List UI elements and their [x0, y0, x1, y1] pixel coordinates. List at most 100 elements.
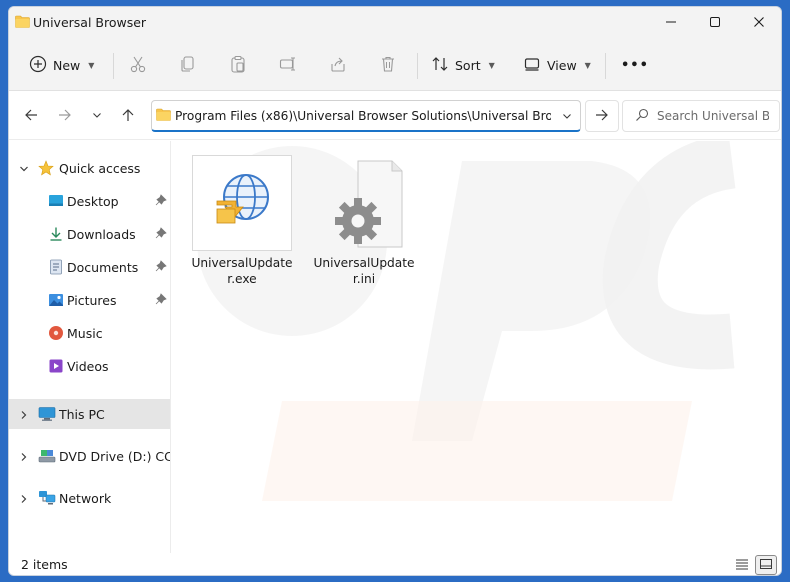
pin-icon[interactable]	[155, 227, 167, 242]
recent-locations-button[interactable]	[85, 106, 109, 126]
file-list[interactable]: UniversalUpdater.exe UniversalUpdater.in…	[172, 141, 781, 553]
pin-icon[interactable]	[155, 293, 167, 308]
view-button[interactable]: View ▼	[523, 51, 591, 79]
nav-item-label: Desktop	[67, 194, 119, 209]
maximize-icon	[709, 16, 721, 31]
address-bar[interactable]: Program Files (x86)\Universal Browser So…	[151, 100, 581, 132]
folder-icon	[156, 108, 171, 124]
search-input[interactable]	[657, 109, 769, 123]
chevron-right-icon[interactable]	[19, 408, 29, 423]
tiles-view-button[interactable]	[755, 555, 777, 575]
rename-button[interactable]	[279, 51, 297, 79]
file-name: UniversalUpdater.ini	[313, 256, 415, 286]
scissors-icon	[129, 55, 147, 76]
plus-circle-icon	[29, 55, 47, 76]
nav-dvd-drive[interactable]: DVD Drive (D:) CCCC	[9, 441, 170, 471]
nav-downloads[interactable]: Downloads	[9, 219, 170, 249]
nav-network[interactable]: Network	[9, 483, 170, 513]
computer-icon	[38, 406, 56, 425]
more-options-button[interactable]: •••	[621, 51, 649, 79]
sort-arrows-icon	[431, 55, 449, 76]
nav-music[interactable]: Music	[9, 318, 170, 348]
globe-installer-icon	[214, 171, 272, 232]
nav-this-pc-label: This PC	[59, 407, 105, 422]
pin-icon[interactable]	[155, 260, 167, 275]
command-bar: New ▼ Sort ▼ View ▼ •••	[9, 39, 781, 91]
copy-button[interactable]	[179, 51, 197, 79]
nav-pictures[interactable]: Pictures	[9, 285, 170, 315]
pictures-icon	[48, 292, 64, 311]
address-path: Program Files (x86)\Universal Browser So…	[175, 108, 551, 123]
nav-documents[interactable]: Documents	[9, 252, 170, 282]
chevron-down-icon: ▼	[584, 60, 591, 70]
chevron-down-icon	[92, 109, 102, 123]
toolbar-divider	[113, 53, 114, 79]
nav-item-label: Downloads	[67, 227, 136, 242]
forward-button[interactable]	[53, 106, 77, 126]
up-button[interactable]	[116, 106, 140, 126]
nav-videos[interactable]: Videos	[9, 351, 170, 381]
gear-settings-file-icon	[334, 159, 406, 252]
nav-this-pc[interactable]: This PC	[9, 399, 170, 429]
file-item[interactable]: UniversalUpdater.exe	[191, 149, 293, 287]
search-icon	[635, 108, 649, 125]
nav-desktop[interactable]: Desktop	[9, 186, 170, 216]
videos-icon	[48, 358, 64, 377]
arrow-left-icon	[24, 108, 38, 125]
clipboard-icon	[229, 55, 247, 76]
arrow-right-icon	[58, 108, 72, 125]
arrow-right-icon	[595, 108, 609, 125]
sort-button[interactable]: Sort ▼	[431, 51, 495, 79]
title-bar: Universal Browser	[9, 7, 781, 39]
address-row: Program Files (x86)\Universal Browser So…	[9, 92, 781, 140]
sort-label: Sort	[455, 57, 481, 73]
file-item[interactable]: UniversalUpdater.ini	[313, 149, 415, 287]
music-icon	[48, 325, 64, 344]
chevron-right-icon[interactable]	[19, 450, 29, 465]
cut-button[interactable]	[129, 51, 147, 79]
dvd-drive-icon	[38, 448, 56, 467]
nav-quick-access[interactable]: Quick access	[9, 153, 170, 183]
trash-icon	[379, 55, 397, 76]
tiles-view-icon	[759, 558, 773, 573]
download-icon	[48, 226, 64, 245]
new-button[interactable]: New ▼	[29, 51, 94, 79]
documents-icon	[48, 259, 64, 278]
star-icon	[38, 160, 54, 179]
nav-network-label: Network	[59, 491, 112, 506]
status-bar: 2 items	[9, 553, 781, 575]
desktop-icon	[48, 193, 64, 212]
navigation-pane: Quick access Desktop Downloads Documents…	[9, 141, 171, 553]
rename-icon	[279, 55, 297, 76]
toolbar-divider	[605, 53, 606, 79]
toolbar-divider	[417, 53, 418, 79]
nav-dvd-label: DVD Drive (D:) CCCC	[59, 449, 170, 464]
nav-quick-access-label: Quick access	[59, 161, 141, 176]
close-button[interactable]	[737, 7, 781, 39]
nav-item-label: Documents	[67, 260, 139, 275]
minimize-icon	[665, 16, 677, 31]
item-count: 2 items	[21, 557, 68, 572]
arrow-up-icon	[121, 108, 135, 125]
refresh-button[interactable]	[585, 100, 619, 132]
chevron-down-icon[interactable]	[562, 110, 572, 124]
new-label: New	[53, 57, 81, 73]
explorer-window: Universal Browser New ▼ Sort ▼ View ▼ ••…	[8, 6, 782, 576]
search-box[interactable]	[622, 100, 780, 132]
maximize-button[interactable]	[693, 7, 737, 39]
folder-icon	[15, 15, 30, 31]
share-button[interactable]	[329, 51, 347, 79]
paste-button[interactable]	[229, 51, 247, 79]
copy-icon	[179, 55, 197, 76]
minimize-button[interactable]	[649, 7, 693, 39]
chevron-right-icon[interactable]	[19, 492, 29, 507]
chevron-down-icon[interactable]	[19, 162, 29, 177]
window-title: Universal Browser	[33, 15, 147, 30]
back-button[interactable]	[19, 106, 43, 126]
delete-button[interactable]	[379, 51, 397, 79]
details-view-button[interactable]	[731, 555, 753, 575]
pin-icon[interactable]	[155, 194, 167, 209]
details-view-icon	[735, 558, 749, 573]
file-name: UniversalUpdater.exe	[191, 256, 293, 286]
chevron-down-icon: ▼	[488, 60, 495, 70]
